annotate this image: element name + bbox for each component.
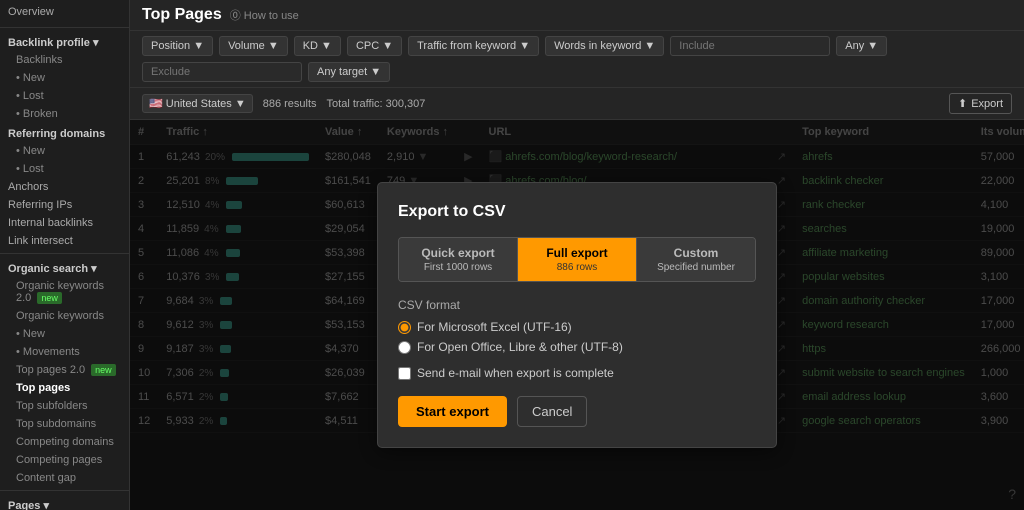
cpc-filter[interactable]: CPC ▼ [347, 36, 402, 56]
full-export-title: Full export [528, 246, 626, 260]
sidebar-item-top-pages[interactable]: Top pages [0, 379, 129, 397]
volume-filter[interactable]: Volume ▼ [219, 36, 288, 56]
kd-filter[interactable]: KD ▼ [294, 36, 341, 56]
traffic-keyword-filter[interactable]: Traffic from keyword ▼ [408, 36, 539, 56]
email-checkbox-input[interactable] [398, 367, 411, 380]
tab-custom-export[interactable]: Custom Specified number [637, 238, 755, 281]
sidebar-section-referring[interactable]: Referring domains [0, 123, 129, 142]
any-filter[interactable]: Any ▼ [836, 36, 887, 56]
sidebar-item-overview[interactable]: Overview [0, 0, 129, 24]
table-area: # Traffic ↑ Value ↑ Keywords ↑ URL Top k… [130, 120, 1024, 510]
custom-export-title: Custom [647, 246, 745, 260]
sidebar-item-organic-kw[interactable]: Organic keywords [0, 307, 129, 325]
sidebar-item-lost-ref[interactable]: • Lost [0, 160, 129, 178]
sidebar-section-organic[interactable]: Organic search ▾ [0, 257, 129, 277]
sidebar-item-backlinks[interactable]: Backlinks [0, 51, 129, 69]
exclude-input[interactable] [142, 62, 302, 82]
csv-format-label: CSV format [398, 298, 756, 312]
sidebar-item-broken-backlinks[interactable]: • Broken [0, 105, 129, 123]
sidebar-item-competing-domains[interactable]: Competing domains [0, 433, 129, 451]
quick-export-sub: First 1000 rows [409, 262, 507, 273]
sidebar-item-content-gap[interactable]: Content gap [0, 469, 129, 487]
radio-utf8[interactable]: For Open Office, Libre & other (UTF-8) [398, 340, 756, 354]
sidebar-item-movements[interactable]: • Movements [0, 343, 129, 361]
page-title: Top Pages [142, 6, 222, 24]
results-count: 886 results [263, 98, 317, 110]
export-tabs: Quick export First 1000 rows Full export… [398, 237, 756, 282]
sidebar-item-competing-pages[interactable]: Competing pages [0, 451, 129, 469]
sidebar-item-top-pages2[interactable]: Top pages 2.0 new [0, 361, 129, 379]
sidebar: Overview Backlink profile ▾ Backlinks • … [0, 0, 130, 510]
sidebar-section-backlink[interactable]: Backlink profile ▾ [0, 31, 129, 51]
radio-utf16-label: For Microsoft Excel (UTF-16) [417, 320, 572, 334]
sidebar-item-organic-kw2[interactable]: Organic keywords 2.0 new [0, 277, 129, 307]
main-content: Top Pages ⓪ How to use Position ▼ Volume… [130, 0, 1024, 510]
export-icon: ⬆ [958, 97, 967, 110]
modal-overlay: Export to CSV Quick export First 1000 ro… [130, 120, 1024, 510]
modal-actions: Start export Cancel [398, 396, 756, 427]
how-to-use-link[interactable]: ⓪ How to use [230, 7, 299, 23]
sidebar-item-lost-backlinks[interactable]: • Lost [0, 87, 129, 105]
include-input[interactable] [670, 36, 830, 56]
results-bar: 🇺🇸 United States ▼ 886 results Total tra… [130, 88, 1024, 120]
sidebar-item-top-subdomains[interactable]: Top subdomains [0, 415, 129, 433]
position-filter[interactable]: Position ▼ [142, 36, 213, 56]
cancel-button[interactable]: Cancel [517, 396, 587, 427]
tab-full-export[interactable]: Full export 886 rows [518, 238, 637, 281]
total-traffic: Total traffic: 300,307 [327, 98, 426, 110]
email-checkbox[interactable]: Send e-mail when export is complete [398, 366, 756, 380]
csv-radio-group: For Microsoft Excel (UTF-16) For Open Of… [398, 320, 756, 354]
sidebar-item-link-intersect[interactable]: Link intersect [0, 232, 129, 250]
quick-export-title: Quick export [409, 246, 507, 260]
radio-utf8-label: For Open Office, Libre & other (UTF-8) [417, 340, 623, 354]
sidebar-section-pages[interactable]: Pages ▾ [0, 494, 129, 510]
any-target-filter[interactable]: Any target ▼ [308, 62, 390, 82]
export-button[interactable]: ⬆ Export [949, 93, 1012, 114]
words-keyword-filter[interactable]: Words in keyword ▼ [545, 36, 664, 56]
start-export-button[interactable]: Start export [398, 396, 507, 427]
sidebar-item-anchors[interactable]: Anchors [0, 178, 129, 196]
modal-title: Export to CSV [398, 203, 756, 221]
full-export-sub: 886 rows [528, 262, 626, 273]
sidebar-item-internal-backlinks[interactable]: Internal backlinks [0, 214, 129, 232]
email-checkbox-label: Send e-mail when export is complete [417, 366, 614, 380]
results-info: 🇺🇸 United States ▼ 886 results Total tra… [142, 94, 425, 113]
radio-utf16[interactable]: For Microsoft Excel (UTF-16) [398, 320, 756, 334]
sidebar-item-new-backlinks[interactable]: • New [0, 69, 129, 87]
radio-utf16-input[interactable] [398, 321, 411, 334]
country-selector[interactable]: 🇺🇸 United States ▼ [142, 94, 253, 113]
radio-utf8-input[interactable] [398, 341, 411, 354]
sidebar-item-referring-ips[interactable]: Referring IPs [0, 196, 129, 214]
export-label: Export [971, 98, 1003, 110]
sidebar-item-new-organic[interactable]: • New [0, 325, 129, 343]
export-modal: Export to CSV Quick export First 1000 ro… [377, 182, 777, 448]
sidebar-item-top-subfolders[interactable]: Top subfolders [0, 397, 129, 415]
filter-bar: Position ▼ Volume ▼ KD ▼ CPC ▼ Traffic f… [130, 31, 1024, 88]
tab-quick-export[interactable]: Quick export First 1000 rows [399, 238, 518, 281]
custom-export-sub: Specified number [647, 262, 745, 273]
top-header: Top Pages ⓪ How to use [130, 0, 1024, 31]
sidebar-item-new-ref[interactable]: • New [0, 142, 129, 160]
